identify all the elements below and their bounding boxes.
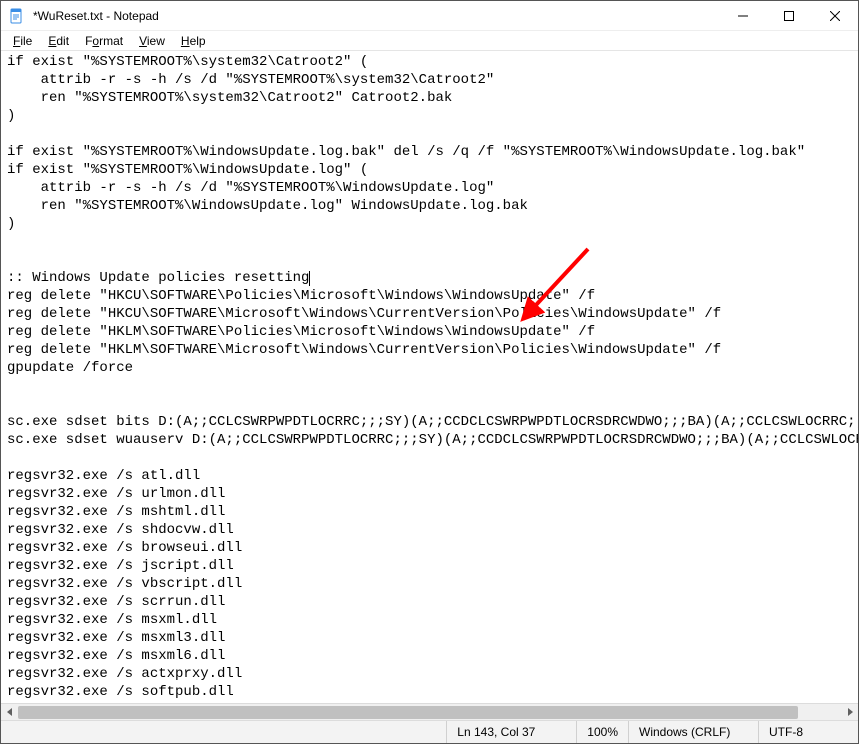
editor-line[interactable]: regsvr32.exe /s shdocvw.dll [7, 521, 852, 539]
menubar: File Edit Format View Help [1, 31, 858, 51]
editor-line[interactable]: ren "%SYSTEMROOT%\WindowsUpdate.log" Win… [7, 197, 852, 215]
notepad-app-icon [9, 8, 25, 24]
editor-line[interactable]: regsvr32.exe /s mshtml.dll [7, 503, 852, 521]
editor-line[interactable]: regsvr32.exe /s actxprxy.dll [7, 665, 852, 683]
editor-line[interactable]: regsvr32.exe /s browseui.dll [7, 539, 852, 557]
scroll-thumb[interactable] [18, 706, 798, 719]
scroll-track[interactable] [18, 704, 841, 720]
close-button[interactable] [812, 1, 858, 30]
titlebar[interactable]: *WuReset.txt - Notepad [1, 1, 858, 31]
menu-file[interactable]: File [7, 33, 38, 49]
horizontal-scrollbar[interactable] [1, 703, 858, 720]
editor-line[interactable] [7, 125, 852, 143]
editor-line[interactable]: if exist "%SYSTEMROOT%\WindowsUpdate.log… [7, 143, 852, 161]
menu-format[interactable]: Format [79, 33, 129, 49]
editor-line[interactable]: :: Windows Update policies resetting [7, 269, 852, 287]
editor-line[interactable]: regsvr32.exe /s jscript.dll [7, 557, 852, 575]
editor-line[interactable]: regsvr32.exe /s msxml6.dll [7, 647, 852, 665]
text-caret [309, 271, 310, 286]
editor-line[interactable]: regsvr32.exe /s scrrun.dll [7, 593, 852, 611]
editor-line[interactable]: reg delete "HKLM\SOFTWARE\Policies\Micro… [7, 323, 852, 341]
window-title: *WuReset.txt - Notepad [33, 9, 159, 23]
editor-line[interactable]: reg delete "HKCU\SOFTWARE\Microsoft\Wind… [7, 305, 852, 323]
maximize-button[interactable] [766, 1, 812, 30]
editor-line[interactable]: if exist "%SYSTEMROOT%\WindowsUpdate.log… [7, 161, 852, 179]
editor-line[interactable]: attrib -r -s -h /s /d "%SYSTEMROOT%\Wind… [7, 179, 852, 197]
editor-line[interactable]: attrib -r -s -h /s /d "%SYSTEMROOT%\syst… [7, 71, 852, 89]
editor-line[interactable]: sc.exe sdset bits D:(A;;CCLCSWRPWPDTLOCR… [7, 413, 852, 431]
menu-help[interactable]: Help [175, 33, 212, 49]
window-controls [720, 1, 858, 30]
status-line-ending: Windows (CRLF) [628, 721, 758, 743]
statusbar: Ln 143, Col 37 100% Windows (CRLF) UTF-8 [1, 720, 858, 743]
editor-line[interactable]: ) [7, 107, 852, 125]
notepad-window: *WuReset.txt - Notepad File Edit Format … [0, 0, 859, 744]
editor-line[interactable]: regsvr32.exe /s msxml3.dll [7, 629, 852, 647]
editor-line[interactable]: sc.exe sdset wuauserv D:(A;;CCLCSWRPWPDT… [7, 431, 852, 449]
editor-line[interactable]: gpupdate /force [7, 359, 852, 377]
editor-line[interactable] [7, 377, 852, 395]
scroll-right-icon[interactable] [841, 704, 858, 721]
editor-area: if exist "%SYSTEMROOT%\system32\Catroot2… [1, 51, 858, 703]
editor-line[interactable]: reg delete "HKCU\SOFTWARE\Policies\Micro… [7, 287, 852, 305]
editor-line[interactable] [7, 449, 852, 467]
menu-view[interactable]: View [133, 33, 171, 49]
status-zoom: 100% [576, 721, 628, 743]
editor-line[interactable] [7, 233, 852, 251]
status-position: Ln 143, Col 37 [446, 721, 576, 743]
editor-line[interactable]: regsvr32.exe /s msxml.dll [7, 611, 852, 629]
editor-line[interactable]: regsvr32.exe /s softpub.dll [7, 683, 852, 701]
editor-line[interactable]: regsvr32.exe /s vbscript.dll [7, 575, 852, 593]
editor-line[interactable] [7, 395, 852, 413]
editor-line[interactable] [7, 251, 852, 269]
editor-line[interactable]: regsvr32.exe /s atl.dll [7, 467, 852, 485]
text-editor[interactable]: if exist "%SYSTEMROOT%\system32\Catroot2… [1, 51, 858, 703]
editor-line[interactable]: if exist "%SYSTEMROOT%\system32\Catroot2… [7, 53, 852, 71]
status-encoding: UTF-8 [758, 721, 858, 743]
minimize-button[interactable] [720, 1, 766, 30]
editor-line[interactable]: reg delete "HKLM\SOFTWARE\Microsoft\Wind… [7, 341, 852, 359]
editor-line[interactable]: regsvr32.exe /s urlmon.dll [7, 485, 852, 503]
menu-edit[interactable]: Edit [42, 33, 75, 49]
scroll-left-icon[interactable] [1, 704, 18, 721]
editor-line[interactable]: ) [7, 215, 852, 233]
editor-line[interactable]: ren "%SYSTEMROOT%\system32\Catroot2" Cat… [7, 89, 852, 107]
